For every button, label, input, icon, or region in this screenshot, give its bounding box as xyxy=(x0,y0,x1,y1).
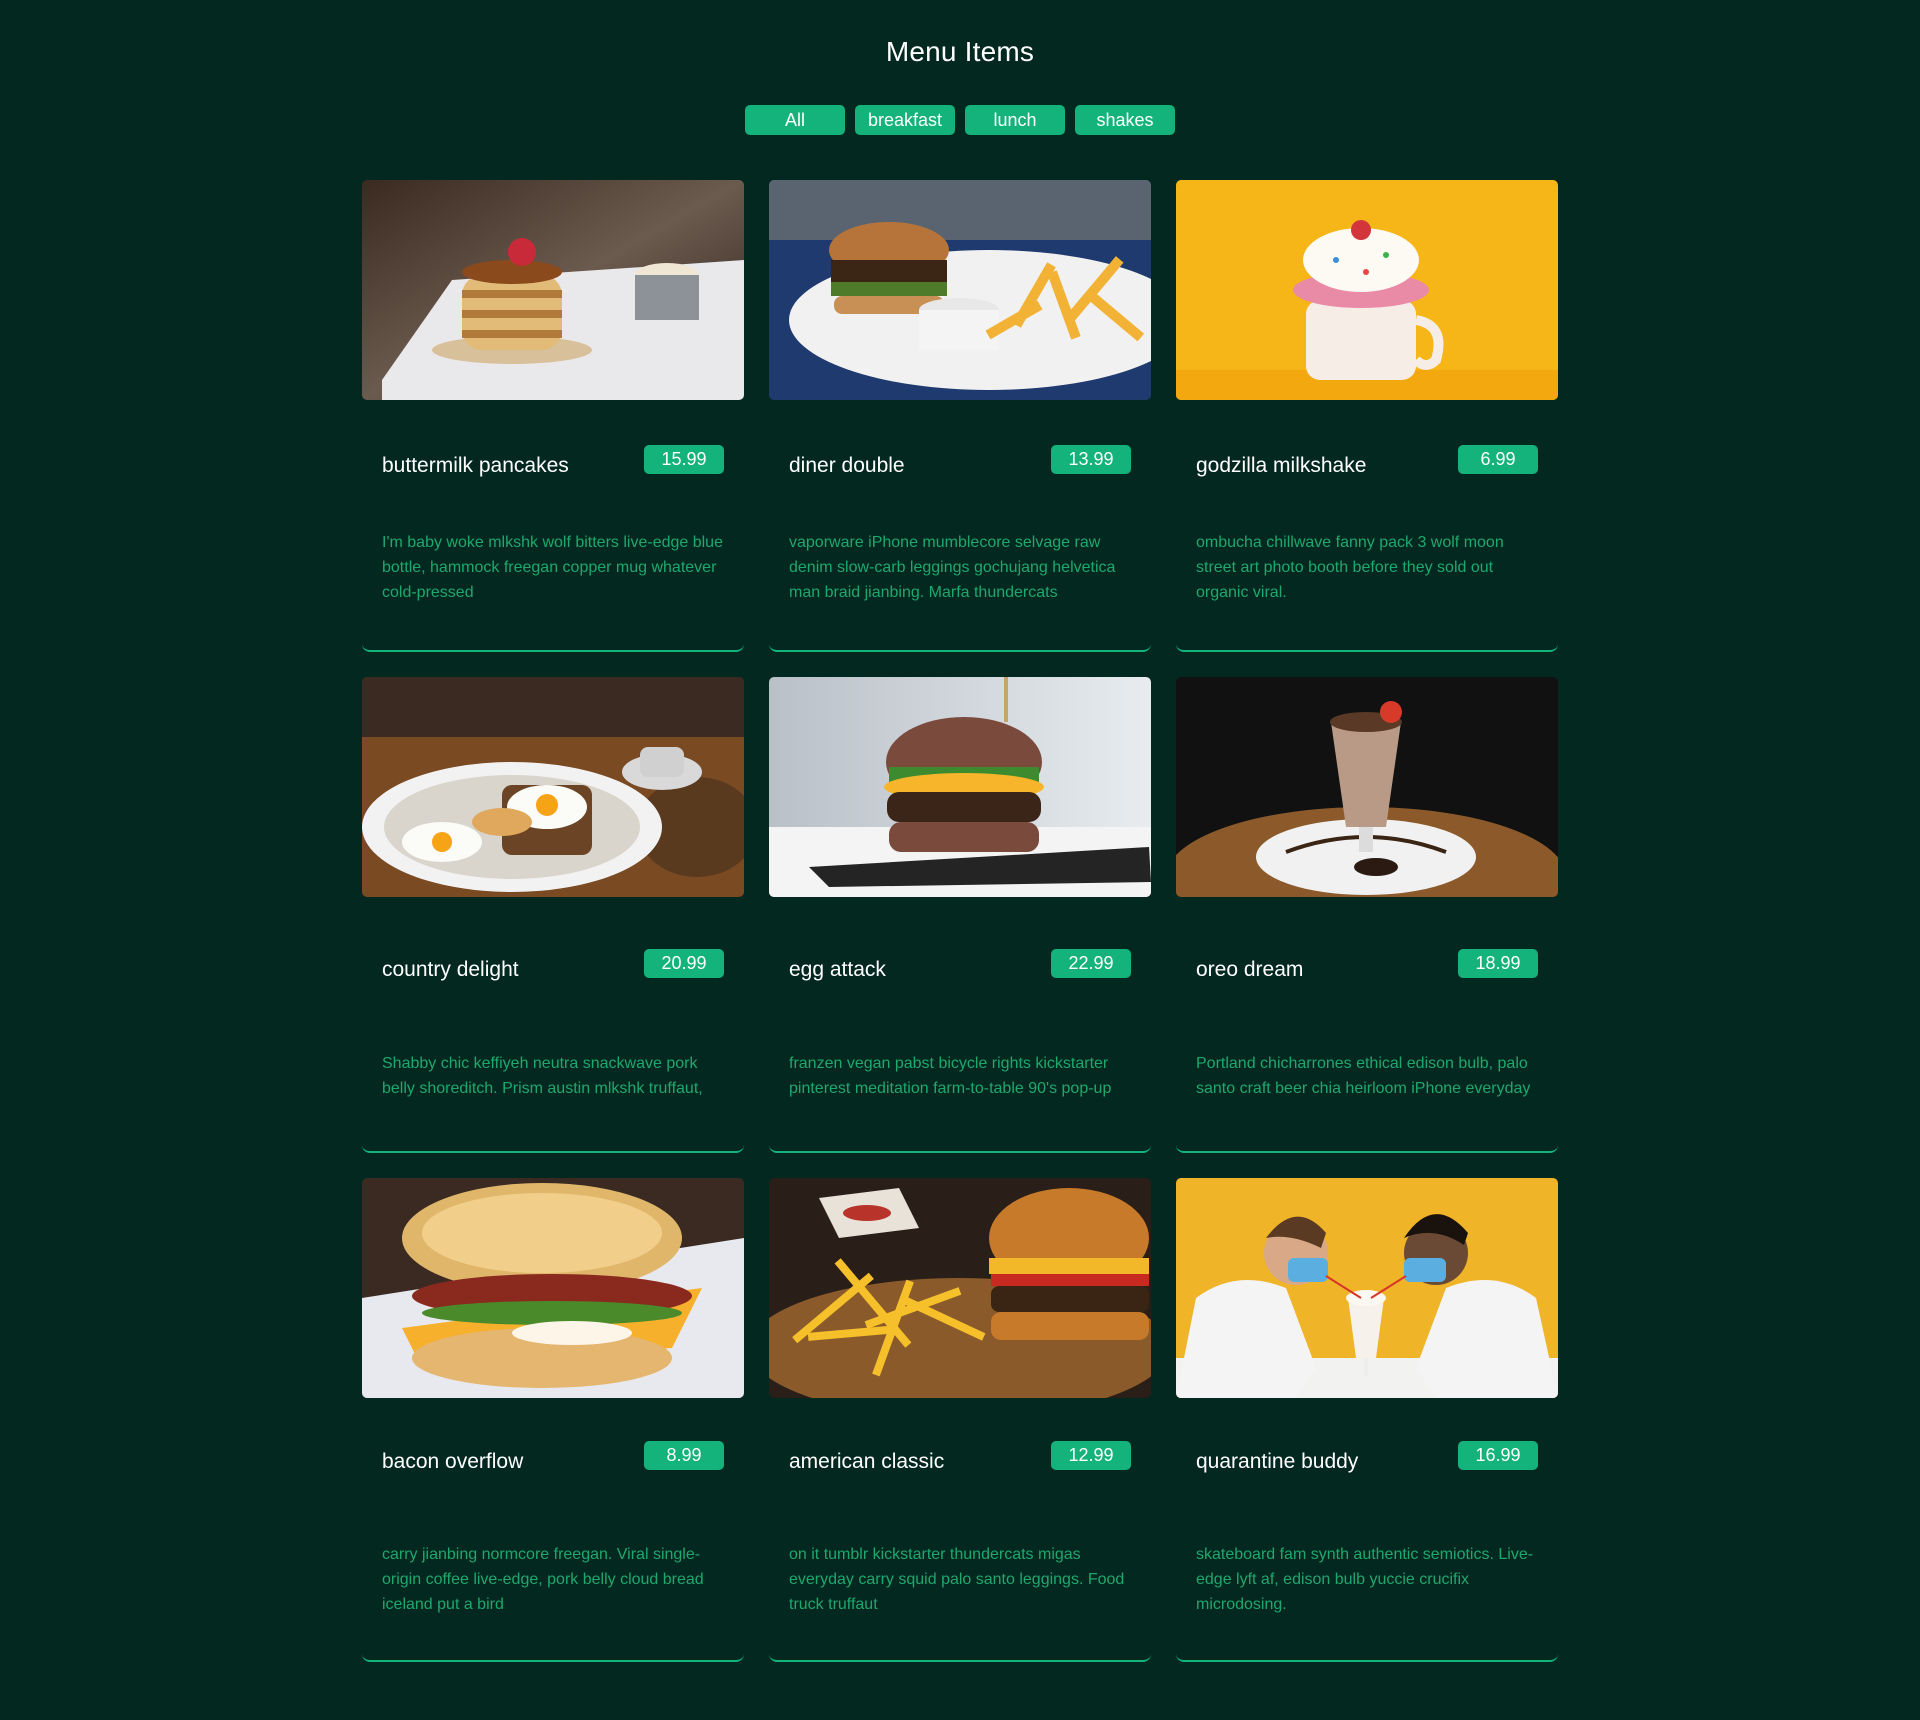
item-description: franzen vegan pabst bicycle rights kicks… xyxy=(789,1055,1112,1097)
item-description: skateboard fam synth authentic semiotics… xyxy=(1196,1546,1534,1613)
filter-lunch-button[interactable]: lunch xyxy=(965,105,1065,135)
page-title: Menu Items xyxy=(885,36,1035,67)
oreo-shake-photo xyxy=(1176,677,1558,897)
item-name: bacon overflow xyxy=(382,1450,524,1473)
filter-shakes-button[interactable]: shakes xyxy=(1075,105,1175,135)
item-header: egg attack 22.99 xyxy=(769,949,1151,982)
cheeseburger-fries-photo xyxy=(769,1178,1151,1398)
milkshake-yellow-photo xyxy=(1176,180,1558,400)
bacon-biscuit-photo xyxy=(362,1178,744,1398)
price-badge: 16.99 xyxy=(1458,1441,1538,1470)
item-header: diner double 13.99 xyxy=(769,445,1151,478)
pancakes-photo xyxy=(362,180,744,400)
price-badge: 8.99 xyxy=(644,1441,724,1470)
eggs-toast-photo xyxy=(362,677,744,897)
price-badge: 12.99 xyxy=(1051,1441,1131,1470)
menu-item-card: country delight 20.99 Shabby chic keffiy… xyxy=(362,677,744,1153)
item-header: godzilla milkshake 6.99 xyxy=(1176,445,1558,478)
item-name: buttermilk pancakes xyxy=(382,454,569,477)
item-name: oreo dream xyxy=(1196,958,1304,981)
menu-grid: buttermilk pancakes 15.99 I'm baby woke … xyxy=(362,180,1558,1662)
item-header: quarantine buddy 16.99 xyxy=(1176,1441,1558,1474)
price-badge: 20.99 xyxy=(644,949,724,978)
menu-item-card: diner double 13.99 vaporware iPhone mumb… xyxy=(769,180,1151,652)
item-header: buttermilk pancakes 15.99 xyxy=(362,445,744,478)
item-description: ombucha chillwave fanny pack 3 wolf moon… xyxy=(1196,534,1504,601)
menu-item-card: bacon overflow 8.99 carry jianbing normc… xyxy=(362,1178,744,1662)
item-header: country delight 20.99 xyxy=(362,949,744,982)
item-name: country delight xyxy=(382,958,519,981)
menu-item-card: american classic 12.99 on it tumblr kick… xyxy=(769,1178,1151,1662)
item-description: carry jianbing normcore freegan. Viral s… xyxy=(382,1546,704,1613)
item-description: Portland chicharrones ethical edison bul… xyxy=(1196,1055,1531,1097)
menu-item-card: godzilla milkshake 6.99 ombucha chillwav… xyxy=(1176,180,1558,652)
price-badge: 22.99 xyxy=(1051,949,1131,978)
item-name: quarantine buddy xyxy=(1196,1450,1359,1473)
filter-breakfast-button[interactable]: breakfast xyxy=(855,105,955,135)
category-filters: All breakfast lunch shakes xyxy=(0,105,1920,135)
menu-page: Menu Items All breakfast lunch shakes bu… xyxy=(0,0,1920,1720)
item-header: oreo dream 18.99 xyxy=(1176,949,1558,982)
item-header: bacon overflow 8.99 xyxy=(362,1441,744,1474)
price-badge: 13.99 xyxy=(1051,445,1131,474)
price-badge: 6.99 xyxy=(1458,445,1538,474)
couple-milkshake-photo xyxy=(1176,1178,1558,1398)
burger-fries-photo xyxy=(769,180,1151,400)
item-description: vaporware iPhone mumblecore selvage raw … xyxy=(789,534,1116,601)
item-description: I'm baby woke mlkshk wolf bitters live-e… xyxy=(382,534,723,601)
item-description: Shabby chic keffiyeh neutra snackwave po… xyxy=(382,1055,703,1097)
egg-burger-photo xyxy=(769,677,1151,897)
menu-item-card: egg attack 22.99 franzen vegan pabst bic… xyxy=(769,677,1151,1153)
price-badge: 18.99 xyxy=(1458,949,1538,978)
menu-item-card: buttermilk pancakes 15.99 I'm baby woke … xyxy=(362,180,744,652)
item-header: american classic 12.99 xyxy=(769,1441,1151,1474)
item-name: diner double xyxy=(789,454,905,477)
price-badge: 15.99 xyxy=(644,445,724,474)
item-name: godzilla milkshake xyxy=(1196,454,1367,477)
item-description: on it tumblr kickstarter thundercats mig… xyxy=(789,1546,1125,1613)
item-name: american classic xyxy=(789,1450,945,1473)
menu-item-card: oreo dream 18.99 Portland chicharrones e… xyxy=(1176,677,1558,1153)
item-name: egg attack xyxy=(789,958,886,981)
menu-item-card: quarantine buddy 16.99 skateboard fam sy… xyxy=(1176,1178,1558,1662)
filter-all-button[interactable]: All xyxy=(745,105,845,135)
